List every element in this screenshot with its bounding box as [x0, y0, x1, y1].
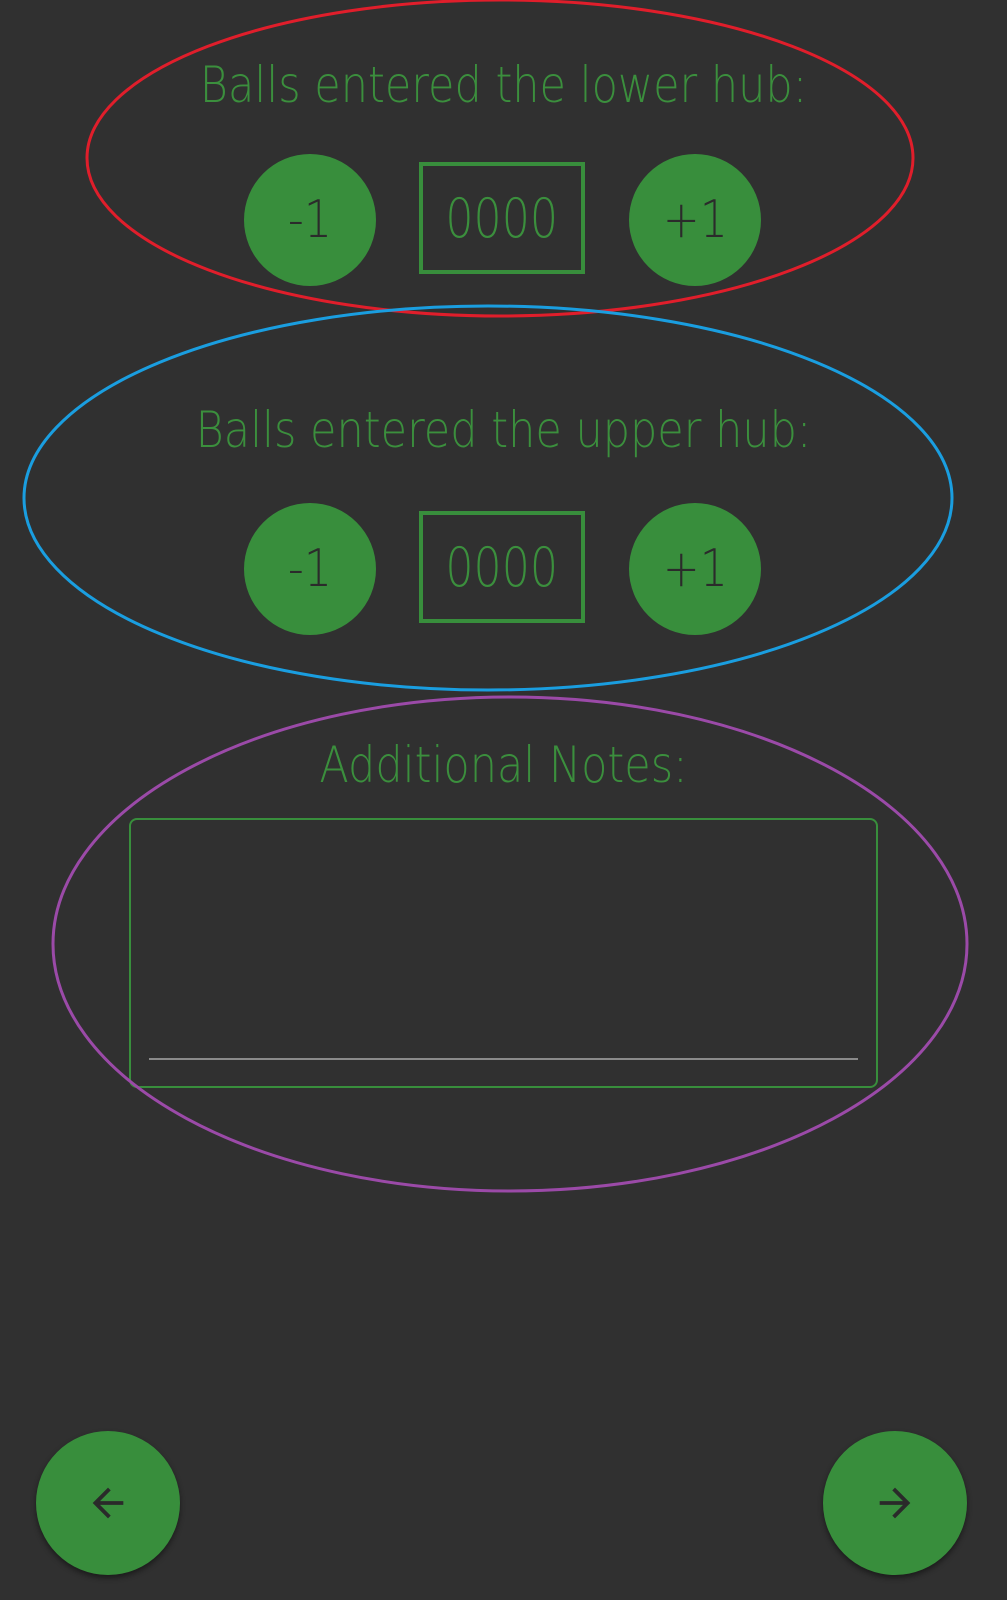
- upper-hub-plus-label: +1: [662, 539, 728, 599]
- next-button[interactable]: [823, 1431, 967, 1575]
- lower-hub-count: 0000: [445, 186, 559, 250]
- scouting-screen: Balls entered the lower hub: -1 0000 +1 …: [0, 0, 1007, 1600]
- upper-hub-minus-button[interactable]: -1: [244, 503, 376, 635]
- notes-title: Additional Notes:: [319, 736, 688, 794]
- upper-hub-counter: -1 0000 +1: [0, 503, 1007, 635]
- lower-hub-minus-label: -1: [287, 190, 333, 250]
- lower-hub-counter: -1 0000 +1: [0, 154, 1007, 286]
- lower-hub-plus-label: +1: [662, 190, 728, 250]
- upper-hub-minus-label: -1: [287, 539, 333, 599]
- lower-hub-count-display: 0000: [419, 162, 585, 274]
- arrow-right-icon: [879, 1487, 911, 1519]
- notes-field-container: [129, 818, 878, 1088]
- lower-hub-plus-button[interactable]: +1: [629, 154, 761, 286]
- back-button[interactable]: [36, 1431, 180, 1575]
- upper-hub-count-display: 0000: [419, 511, 585, 623]
- lower-hub-minus-button[interactable]: -1: [244, 154, 376, 286]
- upper-hub-title: Balls entered the upper hub:: [195, 401, 812, 459]
- arrow-left-icon: [92, 1487, 124, 1519]
- upper-hub-plus-button[interactable]: +1: [629, 503, 761, 635]
- upper-hub-count: 0000: [445, 535, 559, 599]
- lower-hub-title: Balls entered the lower hub:: [199, 56, 808, 114]
- notes-textarea[interactable]: [149, 832, 858, 1060]
